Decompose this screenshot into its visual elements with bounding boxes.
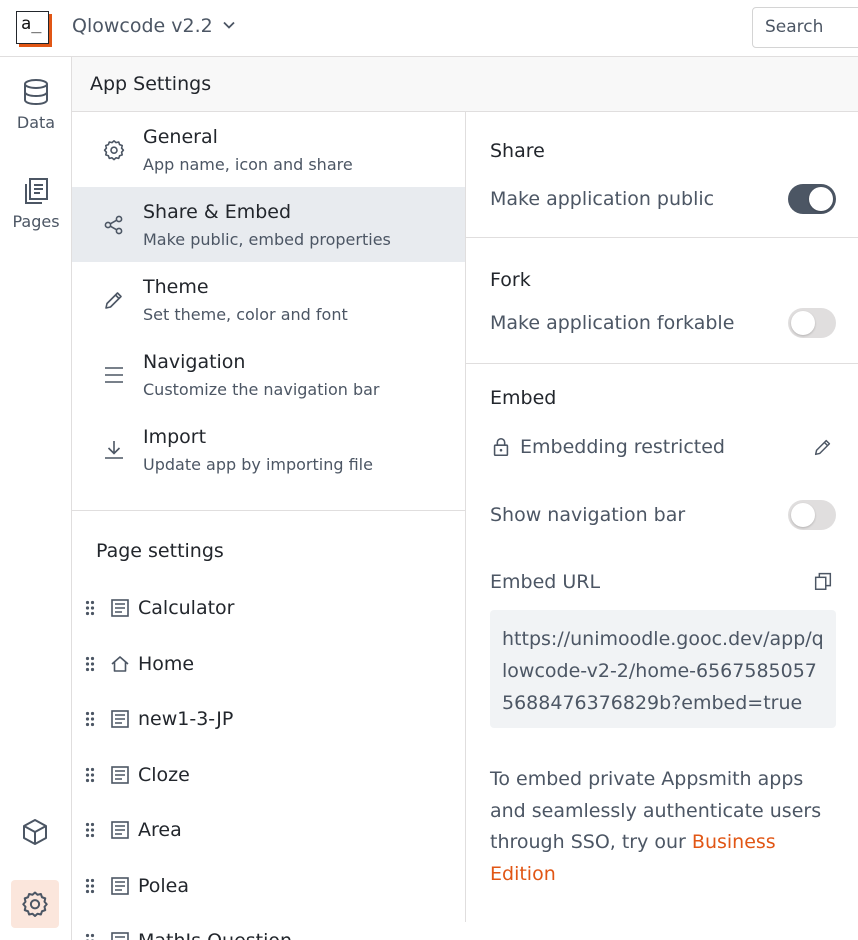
page-name: MathJs Question bbox=[138, 930, 292, 940]
embed-url-box[interactable]: https://unimoodle.gooc.dev/app/qlowcode-… bbox=[490, 610, 836, 728]
page-name: Home bbox=[138, 652, 195, 675]
embed-section-title: Embed bbox=[490, 387, 557, 409]
gear-icon bbox=[103, 140, 125, 161]
make-public-toggle[interactable] bbox=[788, 184, 836, 214]
page-list: Calculator Home new1-3-JP Cloze Area Polea Mat… bbox=[72, 580, 465, 940]
menu-item-general[interactable]: General App name, icon and share bbox=[72, 112, 465, 187]
rail-item-pages[interactable]: Pages bbox=[0, 176, 72, 231]
gear-icon bbox=[22, 891, 48, 917]
menu-item-title: Navigation bbox=[143, 351, 246, 373]
drag-handle-icon[interactable] bbox=[85, 878, 95, 894]
page-icon bbox=[111, 599, 129, 617]
app-settings-menu: General App name, icon and share Share &… bbox=[72, 112, 465, 487]
menu-item-subtitle: App name, icon and share bbox=[143, 155, 353, 174]
share-section-title: Share bbox=[490, 140, 545, 162]
pencil-icon bbox=[105, 292, 122, 309]
show-nav-label: Show navigation bar bbox=[490, 504, 686, 526]
page-row[interactable]: Polea bbox=[72, 858, 465, 914]
menu-item-subtitle: Update app by importing file bbox=[143, 455, 373, 474]
settings-button[interactable] bbox=[11, 880, 59, 928]
menu-icon bbox=[105, 367, 123, 383]
menu-item-title: Import bbox=[143, 426, 207, 448]
forkable-toggle[interactable] bbox=[788, 308, 836, 338]
page-row[interactable]: Cloze bbox=[72, 747, 465, 803]
page-row[interactable]: Home bbox=[72, 636, 465, 692]
forkable-label: Make application forkable bbox=[490, 312, 735, 334]
page-row[interactable]: Area bbox=[72, 802, 465, 858]
page-name: Cloze bbox=[138, 763, 190, 786]
menu-item-title: General bbox=[143, 126, 218, 148]
edit-icon[interactable] bbox=[812, 436, 834, 458]
drag-handle-icon[interactable] bbox=[85, 600, 95, 616]
cube-icon bbox=[23, 819, 47, 845]
download-icon bbox=[105, 441, 123, 459]
page-row[interactable]: new1-3-JP bbox=[72, 691, 465, 747]
menu-item-title: Theme bbox=[143, 276, 209, 298]
page-title: App Settings bbox=[72, 57, 858, 112]
embedding-status: Embedding restricted bbox=[520, 436, 725, 458]
left-rail: Data Pages bbox=[0, 57, 72, 940]
page-icon bbox=[111, 765, 129, 784]
page-name: Polea bbox=[138, 874, 190, 897]
divider bbox=[465, 112, 466, 922]
page-row[interactable]: MathJs Question bbox=[72, 913, 465, 940]
pages-icon bbox=[25, 178, 48, 204]
menu-item-navigation[interactable]: Navigation Customize the navigation bar bbox=[72, 337, 465, 412]
menu-item-import[interactable]: Import Update app by importing file bbox=[72, 412, 465, 487]
divider bbox=[72, 510, 465, 511]
page-name: Calculator bbox=[138, 597, 235, 619]
database-icon bbox=[24, 79, 48, 106]
page-icon bbox=[111, 932, 129, 940]
rail-item-label: Pages bbox=[12, 212, 60, 231]
lock-icon bbox=[493, 437, 509, 457]
menu-item-subtitle: Make public, embed properties bbox=[143, 230, 391, 249]
menu-item-theme[interactable]: Theme Set theme, color and font bbox=[72, 262, 465, 337]
show-nav-toggle[interactable] bbox=[788, 500, 836, 530]
page-icon bbox=[111, 821, 129, 839]
menu-item-subtitle: Customize the navigation bar bbox=[143, 380, 380, 399]
divider bbox=[466, 363, 858, 364]
drag-handle-icon[interactable] bbox=[85, 656, 95, 672]
drag-handle-icon[interactable] bbox=[85, 933, 95, 940]
drag-handle-icon[interactable] bbox=[85, 711, 95, 727]
fork-section-title: Fork bbox=[490, 269, 531, 291]
toggle-knob bbox=[809, 187, 833, 211]
toggle-knob bbox=[791, 503, 815, 527]
rail-item-label: Data bbox=[16, 113, 56, 132]
drag-handle-icon[interactable] bbox=[85, 767, 95, 783]
embed-url-label: Embed URL bbox=[490, 571, 601, 593]
packages-button[interactable] bbox=[11, 808, 59, 856]
copy-icon[interactable] bbox=[812, 570, 834, 592]
share-icon bbox=[104, 215, 123, 235]
home-icon bbox=[111, 655, 129, 672]
menu-item-subtitle: Set theme, color and font bbox=[143, 305, 348, 324]
toggle-knob bbox=[791, 311, 815, 335]
menu-item-share-embed[interactable]: Share & Embed Make public, embed propert… bbox=[72, 187, 465, 262]
drag-handle-icon[interactable] bbox=[85, 822, 95, 838]
page-name: new1-3-JP bbox=[138, 708, 234, 730]
chevron-down-icon[interactable] bbox=[222, 18, 236, 32]
search-input[interactable]: Search bbox=[752, 7, 858, 48]
menu-item-title: Share & Embed bbox=[143, 201, 292, 223]
page-icon bbox=[111, 876, 129, 895]
page-settings-title: Page settings bbox=[96, 540, 224, 562]
app-logo[interactable]: a_ bbox=[16, 11, 49, 44]
top-bar: a_ Qlowcode v2.2 Search bbox=[0, 0, 858, 57]
page-name: Area bbox=[138, 819, 182, 841]
divider bbox=[466, 237, 858, 238]
page-icon bbox=[111, 710, 129, 728]
rail-item-data[interactable]: Data bbox=[0, 77, 72, 132]
app-name[interactable]: Qlowcode v2.2 bbox=[72, 15, 213, 37]
business-edition-promo: To embed private Appsmith apps and seaml… bbox=[490, 764, 840, 890]
make-public-label: Make application public bbox=[490, 188, 715, 210]
page-row[interactable]: Calculator bbox=[72, 580, 465, 636]
